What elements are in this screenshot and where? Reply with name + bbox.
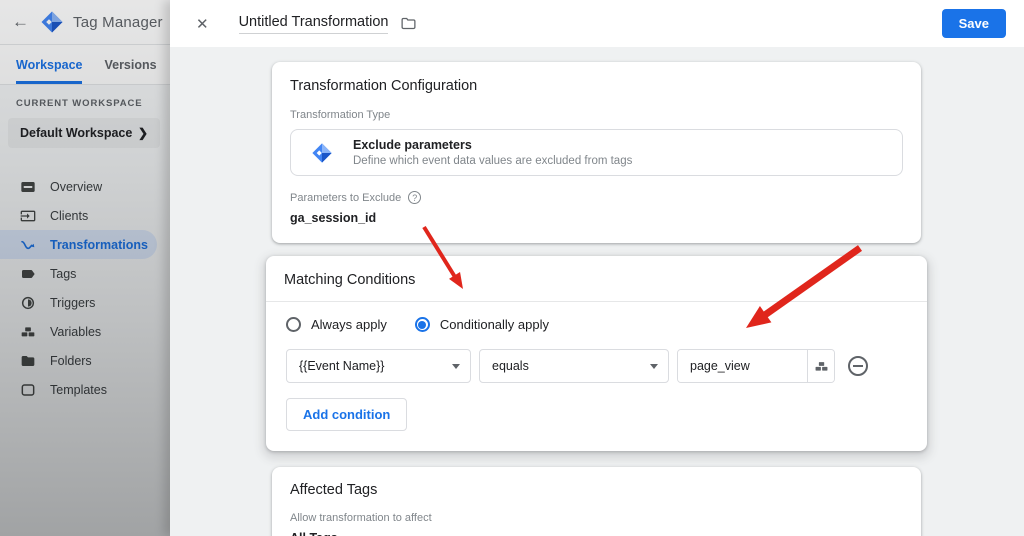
chevron-down-icon: [452, 364, 460, 369]
sidebar-item-variables[interactable]: Variables: [0, 317, 170, 346]
sidebar-item-label: Triggers: [50, 296, 95, 310]
sidebar-item-overview[interactable]: Overview: [0, 172, 170, 201]
sidebar-item-transformations[interactable]: Transformations: [0, 230, 157, 259]
back-arrow-icon[interactable]: ←: [10, 12, 31, 32]
close-icon[interactable]: ✕: [192, 13, 213, 35]
chevron-right-icon: ❯: [138, 126, 148, 140]
help-icon[interactable]: ?: [408, 191, 421, 204]
transformation-type-selector[interactable]: Exclude parameters Define which event da…: [290, 129, 903, 176]
transformation-type-label: Transformation Type: [290, 109, 903, 121]
radio-conditionally-apply[interactable]: Conditionally apply: [415, 317, 549, 332]
condition-row: {{Event Name}} equals: [286, 349, 907, 383]
sidebar-item-label: Overview: [50, 180, 102, 194]
sidebar-item-folders[interactable]: Folders: [0, 346, 170, 375]
apply-mode-radio-group: Always apply Conditionally apply: [286, 317, 907, 332]
affected-tags-label: Allow transformation to affect: [290, 512, 903, 524]
transformation-panel: ✕ Untitled Transformation Save Transform…: [170, 0, 1024, 536]
sidebar-item-label: Folders: [50, 354, 92, 368]
app-title: Tag Manager: [73, 14, 163, 31]
save-button[interactable]: Save: [942, 9, 1006, 38]
tab-versions[interactable]: Versions: [104, 45, 156, 84]
condition-value-input[interactable]: [678, 350, 807, 382]
transformation-configuration-card: Transformation Configuration Transformat…: [272, 62, 921, 243]
folder-move-icon[interactable]: [400, 15, 417, 32]
workspace-tab-bar: Workspace Versions Admin: [0, 45, 170, 85]
radio-unselected-icon: [286, 317, 301, 332]
transformation-type-name: Exclude parameters: [353, 138, 632, 152]
sidebar-item-tags[interactable]: Tags: [0, 259, 170, 288]
sidebar-item-label: Transformations: [50, 238, 148, 252]
sidebar-item-clients[interactable]: Clients: [0, 201, 170, 230]
variable-picker-button[interactable]: [807, 350, 834, 382]
tag-icon: [20, 266, 36, 282]
sidebar: ← Tag Manager Workspace Versions Admin C…: [0, 0, 170, 536]
parameters-to-exclude-label: Parameters to Exclude: [290, 192, 401, 204]
overview-icon: [20, 179, 36, 195]
parameters-to-exclude-value: ga_session_id: [290, 211, 903, 225]
add-condition-button[interactable]: Add condition: [286, 398, 407, 431]
sidebar-item-label: Templates: [50, 383, 107, 397]
chevron-down-icon: [650, 364, 658, 369]
variable-picker-icon: [814, 359, 829, 374]
sidebar-body: CURRENT WORKSPACE Default Workspace ❯ Ov…: [0, 85, 170, 536]
workspace-selector[interactable]: Default Workspace ❯: [8, 118, 160, 148]
trigger-icon: [20, 295, 36, 311]
radio-always-apply[interactable]: Always apply: [286, 317, 387, 332]
panel-body: Transformation Configuration Transformat…: [170, 47, 1024, 536]
tag-manager-logo-icon: [40, 10, 64, 34]
clients-icon: [20, 208, 36, 224]
condition-value-group: [677, 349, 835, 383]
gtm-transformation-editor: ← Tag Manager Workspace Versions Admin C…: [0, 0, 1024, 536]
sidebar-nav: Overview Clients Transformations: [0, 172, 170, 404]
matching-conditions-card: Matching Conditions Always apply Conditi…: [266, 256, 927, 451]
condition-variable-select[interactable]: {{Event Name}}: [286, 349, 471, 383]
card-title: Transformation Configuration: [290, 78, 903, 94]
sidebar-item-label: Clients: [50, 209, 88, 223]
folder-icon: [20, 353, 36, 369]
sidebar-item-label: Tags: [50, 267, 76, 281]
sidebar-item-label: Variables: [50, 325, 101, 339]
sidebar-item-templates[interactable]: Templates: [0, 375, 170, 404]
sidebar-item-triggers[interactable]: Triggers: [0, 288, 170, 317]
app-header: ← Tag Manager: [0, 0, 170, 45]
radio-selected-icon: [415, 317, 430, 332]
template-icon: [20, 382, 36, 398]
card-title: Matching Conditions: [284, 272, 415, 288]
affected-tags-card: Affected Tags Allow transformation to af…: [272, 467, 921, 536]
tag-manager-diamond-icon: [311, 142, 333, 164]
remove-condition-button[interactable]: [848, 356, 868, 376]
variables-icon: [20, 324, 36, 340]
panel-header: ✕ Untitled Transformation Save: [170, 0, 1024, 47]
tab-workspace[interactable]: Workspace: [16, 45, 82, 84]
transformation-title-field[interactable]: Untitled Transformation: [239, 14, 389, 34]
affected-tags-value: All Tags: [290, 531, 903, 536]
current-workspace-label: CURRENT WORKSPACE: [0, 98, 170, 109]
workspace-name: Default Workspace: [20, 126, 132, 140]
transformations-icon: [20, 237, 36, 253]
transformation-type-description: Define which event data values are exclu…: [353, 155, 632, 167]
card-title: Affected Tags: [290, 482, 903, 498]
condition-operator-select[interactable]: equals: [479, 349, 669, 383]
